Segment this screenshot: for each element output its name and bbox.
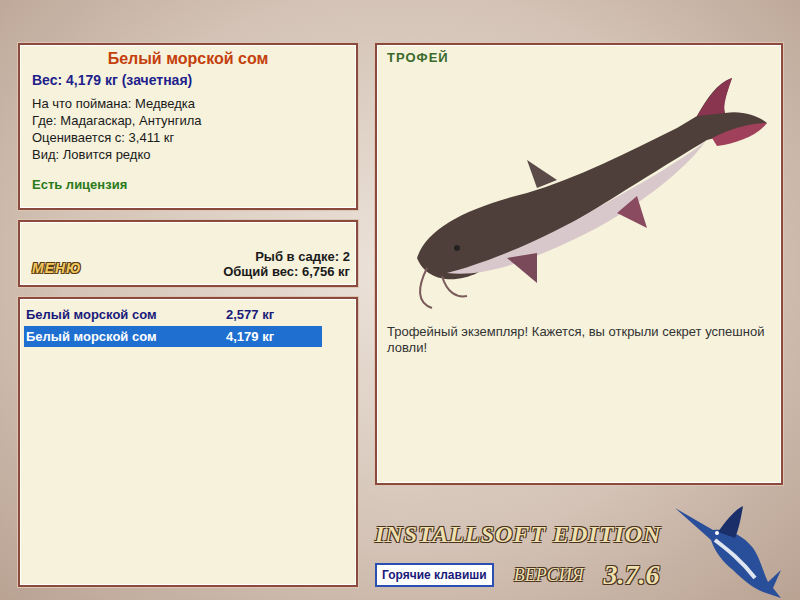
marlin-icon (673, 500, 783, 600)
fish-info-panel: Белый морской сом Вес: 4,179 кг (зачетна… (18, 43, 358, 210)
fish-weight: Вес: 4,179 кг (зачетная) (32, 71, 344, 89)
keepnet-total: Общий вес: 6,756 кг (223, 264, 350, 279)
trophy-panel: ТРОФЕЙ Трофейный экземпляр! Кажется, вы … (375, 43, 783, 485)
license-status: Есть лицензия (32, 175, 344, 195)
fish-photo (387, 68, 775, 318)
catch-name: Белый морской сом (26, 327, 226, 347)
keepnet-count: Рыб в садке: 2 (223, 249, 350, 264)
keepnet-panel: МЕНЮ Рыб в садке: 2 Общий вес: 6,756 кг (18, 220, 358, 287)
edition-logo: INSTALLSOFT EDITION (375, 520, 683, 548)
rated-line: Оценивается с: 3,411 кг (32, 129, 344, 146)
catch-weight: 2,577 кг (226, 305, 274, 325)
menu-button[interactable]: МЕНЮ (28, 258, 86, 279)
fish-name: Белый морской сом (32, 49, 344, 69)
bait-line: На что поймана: Медведка (32, 95, 344, 112)
catch-name: Белый морской сом (26, 305, 226, 325)
place-line: Где: Мадагаскар, Антунгила (32, 112, 344, 129)
version-label: ВЕРСИЯ (514, 562, 584, 589)
trophy-message: Трофейный экземпляр! Кажется, вы открыли… (387, 324, 771, 356)
hotkeys-button[interactable]: Горячие клавиши (375, 563, 494, 587)
catch-row[interactable]: Белый морской сом2,577 кг (24, 304, 322, 325)
catch-list: Белый морской сом2,577 кгБелый морской с… (18, 297, 358, 587)
version-number: 3.7.6 (603, 554, 659, 596)
catch-row[interactable]: Белый морской сом4,179 кг (24, 326, 322, 347)
catch-weight: 4,179 кг (226, 327, 274, 347)
trophy-badge: ТРОФЕЙ (387, 48, 771, 68)
kind-line: Вид: Ловится редко (32, 146, 344, 163)
